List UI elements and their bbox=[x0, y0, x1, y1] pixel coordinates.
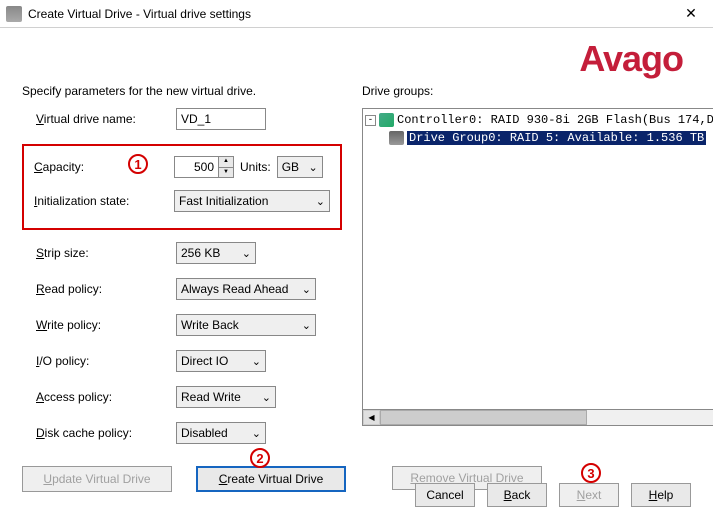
next-button[interactable]: Next bbox=[559, 483, 619, 507]
scroll-thumb[interactable] bbox=[380, 410, 587, 425]
disk-cache-select[interactable]: Disabled bbox=[176, 422, 266, 444]
capacity-input[interactable] bbox=[174, 156, 218, 178]
brand-logo: Avago bbox=[579, 38, 683, 79]
strip-size-label: Strip size: bbox=[36, 246, 176, 260]
collapse-icon[interactable]: - bbox=[365, 115, 376, 126]
scroll-left-icon[interactable]: ◀ bbox=[363, 410, 380, 425]
tree-drivegroup-row[interactable]: Drive Group0: RAID 5: Available: 1.536 T… bbox=[365, 129, 713, 147]
read-policy-select[interactable]: Always Read Ahead bbox=[176, 278, 316, 300]
app-icon bbox=[6, 6, 22, 22]
drive-groups-label: Drive groups: bbox=[362, 84, 713, 98]
tree-scrollbar[interactable]: ◀ ▶ bbox=[362, 409, 713, 426]
titlebar: Create Virtual Drive - Virtual drive set… bbox=[0, 0, 713, 28]
back-button[interactable]: Back bbox=[487, 483, 547, 507]
drive-groups-tree[interactable]: - Controller0: RAID 930-8i 2GB Flash(Bus… bbox=[362, 108, 713, 410]
controller-label: Controller0: RAID 930-8i 2GB Flash(Bus 1… bbox=[397, 113, 713, 127]
scroll-track[interactable] bbox=[380, 410, 713, 425]
units-select[interactable]: GB bbox=[277, 156, 323, 178]
capacity-label: Capacity: bbox=[34, 160, 174, 174]
init-state-select[interactable]: Fast Initialization bbox=[174, 190, 330, 212]
drive-group-icon bbox=[389, 131, 404, 145]
access-policy-label: Access policy: bbox=[36, 390, 176, 404]
create-vd-button[interactable]: Create Virtual Drive bbox=[196, 466, 346, 492]
spinner-down-icon[interactable]: ▼ bbox=[219, 168, 233, 178]
read-policy-label: Read policy: bbox=[36, 282, 176, 296]
units-label: Units: bbox=[240, 160, 271, 174]
write-policy-label: Write policy: bbox=[36, 318, 176, 332]
io-policy-select[interactable]: Direct IO bbox=[176, 350, 266, 372]
spinner-up-icon[interactable]: ▲ bbox=[219, 157, 233, 168]
cancel-button[interactable]: Cancel bbox=[415, 483, 475, 507]
disk-cache-label: Disk cache policy: bbox=[36, 426, 176, 440]
help-button[interactable]: Help bbox=[631, 483, 691, 507]
highlight-box-1: 1 Capacity: ▲ ▼ Units: GB Initialization… bbox=[22, 144, 342, 230]
strip-size-select[interactable]: 256 KB bbox=[176, 242, 256, 264]
vd-name-label: Virtual drive name: bbox=[36, 112, 176, 126]
drive-group-label: Drive Group0: RAID 5: Available: 1.536 T… bbox=[407, 131, 706, 145]
write-policy-select[interactable]: Write Back bbox=[176, 314, 316, 336]
vd-name-input[interactable] bbox=[176, 108, 266, 130]
settings-pane: Specify parameters for the new virtual d… bbox=[22, 84, 342, 458]
init-state-label: Initialization state: bbox=[34, 194, 174, 208]
controller-icon bbox=[379, 113, 394, 127]
close-button[interactable]: ✕ bbox=[675, 4, 707, 24]
update-vd-button[interactable]: Update Virtual Drive bbox=[22, 466, 172, 492]
window-title: Create Virtual Drive - Virtual drive set… bbox=[28, 7, 675, 21]
io-policy-label: I/O policy: bbox=[36, 354, 176, 368]
tree-controller-row[interactable]: - Controller0: RAID 930-8i 2GB Flash(Bus… bbox=[365, 111, 713, 129]
logo-area: Avago bbox=[0, 28, 713, 84]
access-policy-select[interactable]: Read Write bbox=[176, 386, 276, 408]
settings-header: Specify parameters for the new virtual d… bbox=[22, 84, 342, 98]
drive-groups-pane: Drive groups: - Controller0: RAID 930-8i… bbox=[362, 84, 713, 458]
capacity-spinner[interactable]: ▲ ▼ bbox=[218, 156, 234, 178]
wizard-buttons: Cancel Back 3 Next Help bbox=[415, 483, 691, 507]
